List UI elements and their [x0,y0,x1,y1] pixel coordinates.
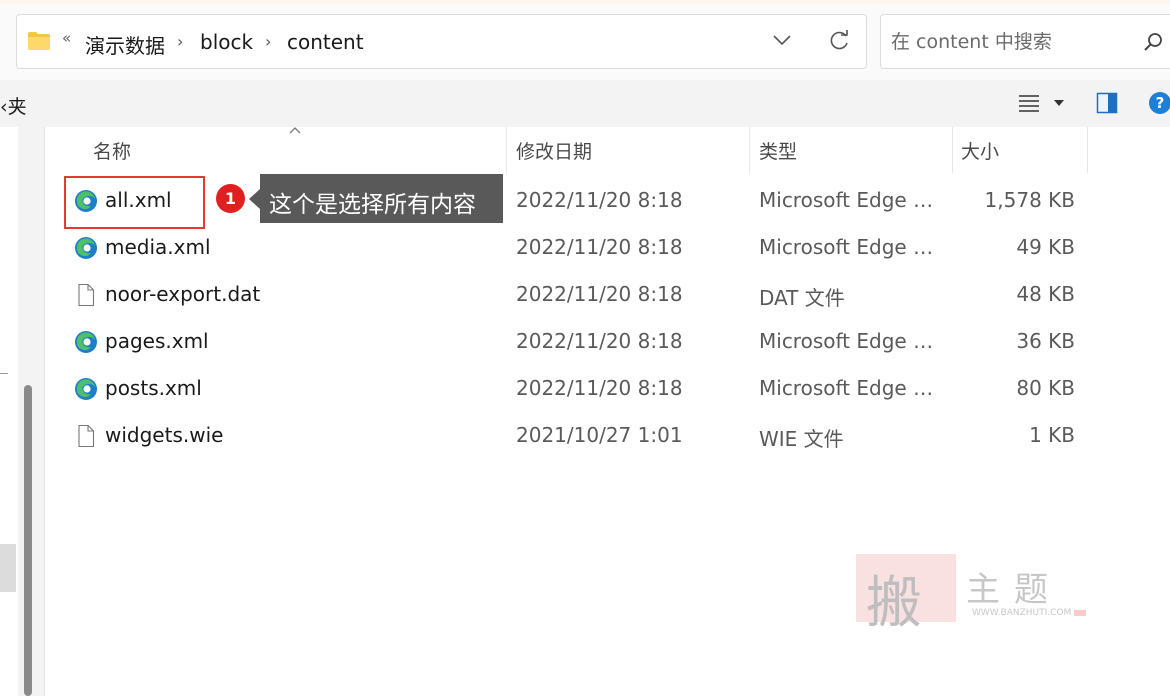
column-header-label: 修改日期 [516,141,593,163]
file-row[interactable]: widgets.wie 2021/10/27 1:01 WIE 文件 1 KB [60,413,1090,459]
file-type: Microsoft Edge HTML Document [759,376,944,400]
file-date: 2022/11/20 8:18 [516,376,683,400]
file-size: 49 KB [1016,235,1075,259]
breadcrumb-separator[interactable]: › [265,32,271,51]
file-size: 80 KB [1016,376,1075,400]
breadcrumb-item[interactable]: 演示数据 [85,30,165,59]
folder-icon [28,32,50,50]
chevron-down-icon[interactable] [1054,100,1064,106]
file-date: 2021/10/27 1:01 [516,423,683,447]
nav-divider [0,373,8,374]
preview-pane-icon[interactable] [1096,92,1118,114]
command-bar-label[interactable]: ‹夹 [0,92,27,119]
column-header-type[interactable]: 类型 [750,127,952,173]
file-icon [74,283,98,307]
list-view-icon[interactable] [1018,94,1040,112]
file-name[interactable]: media.xml [105,235,211,259]
column-header-date[interactable]: 修改日期 [507,127,749,173]
file-row[interactable]: noor-export.dat 2022/11/20 8:18 DAT 文件 48 K… [60,272,1090,318]
callout-pointer [249,189,260,209]
file-date: 2022/11/20 8:18 [516,329,683,353]
file-type: WIE 文件 [759,427,844,451]
edge-icon [74,330,98,354]
file-name[interactable]: pages.xml [105,329,209,353]
address-row: « 演示数据 › block › content [0,4,1170,80]
column-header-label: 类型 [759,141,798,163]
help-icon[interactable]: ? [1148,91,1170,115]
breadcrumb-separator[interactable]: › [177,32,183,51]
column-header-size[interactable]: 大小 [953,127,1087,173]
chevron-down-icon[interactable] [772,33,792,47]
file-type: Microsoft Edge HTML Document [759,235,944,259]
file-icon [74,424,98,448]
file-size: 48 KB [1016,282,1075,306]
search-input[interactable] [891,29,1121,55]
pane-divider[interactable] [44,127,45,696]
scrollbar-thumb[interactable] [24,385,32,696]
search-icon[interactable] [1143,32,1163,52]
refresh-icon[interactable] [828,29,850,53]
file-type: Microsoft Edge HTML Document [759,329,944,353]
watermark-url: WWW.BANZHUTI.COM [972,608,1072,618]
file-size: 1 KB [1029,423,1075,447]
file-row[interactable]: pages.xml 2022/11/20 8:18 Microsoft Edge H… [60,319,1090,365]
search-box[interactable] [880,14,1170,69]
file-row[interactable]: media.xml 2022/11/20 8:18 Microsoft Edge H… [60,225,1090,271]
column-divider[interactable] [1087,127,1088,173]
watermark-title: 主题 [966,570,1062,610]
edge-icon [74,236,98,260]
watermark-logo: 搬 [866,571,922,636]
file-row[interactable]: posts.xml 2022/11/20 8:18 Microsoft Edge H… [60,366,1090,412]
file-row[interactable]: all.xml2022/11/20 8:18Microsoft Edge HTM… [60,178,1090,224]
nav-selected-item[interactable] [0,544,16,592]
navigation-pane[interactable] [0,127,44,696]
file-size: 36 KB [1016,329,1075,353]
edge-icon [74,377,98,401]
navigation-pane-content [0,127,18,696]
breadcrumb-item[interactable]: block [200,30,253,54]
column-header-label: 名称 [93,141,132,163]
file-type: DAT 文件 [759,286,845,310]
file-name[interactable]: posts.xml [105,376,202,400]
annotation-callout: 这个是选择所有内容 [260,174,503,223]
breadcrumb-item[interactable]: content [287,30,364,54]
file-date: 2022/11/20 8:18 [516,235,683,259]
breadcrumb-overflow-button[interactable]: « [62,29,71,47]
column-header-label: 大小 [961,141,1000,163]
svg-text:?: ? [1156,94,1165,112]
file-date: 2022/11/20 8:18 [516,188,683,212]
annotation-highlight-box [64,176,205,229]
column-header-name[interactable]: 名称 [60,127,506,173]
step-badge: 1 [216,184,245,213]
file-size: 1,578 KB [984,188,1075,212]
watermark-mark [1074,610,1086,616]
address-bar[interactable]: « 演示数据 › block › content [16,14,867,69]
file-name[interactable]: widgets.wie [105,423,223,447]
watermark: 搬 主题 WWW.BANZHUTI.COM [856,552,1086,636]
file-date: 2022/11/20 8:18 [516,282,683,306]
file-type: Microsoft Edge HTML Document [759,188,944,212]
navigation-scrollbar[interactable] [18,127,44,696]
command-bar: ‹夹 ? [0,80,1170,127]
file-name[interactable]: noor-export.dat [105,282,260,306]
